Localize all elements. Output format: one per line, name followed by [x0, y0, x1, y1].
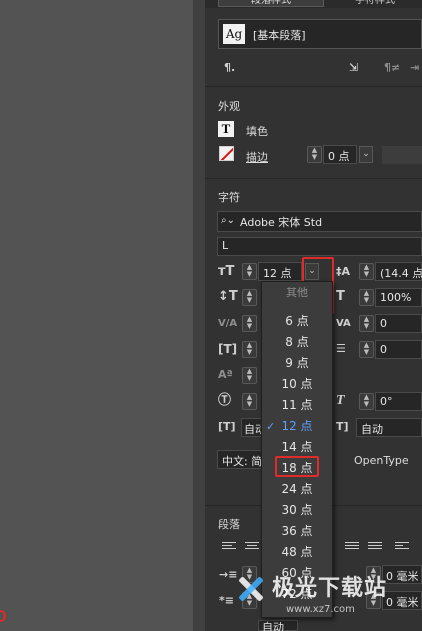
- baseline-stepper[interactable]: ▲ ▼: [242, 367, 257, 384]
- menu-item-36pt[interactable]: 36 点: [262, 521, 332, 542]
- menu-item-48pt[interactable]: 48 点: [262, 542, 332, 563]
- font-size-stepper[interactable]: ▲ ▼: [242, 263, 257, 280]
- kerning-field[interactable]: 0: [375, 340, 422, 359]
- stroke-none-icon[interactable]: [219, 146, 234, 161]
- tracking-stepper[interactable]: ▲ ▼: [359, 315, 374, 332]
- char-frame-stepper[interactable]: ▲ ▼: [242, 341, 257, 358]
- menu-item-24pt[interactable]: 24 点: [262, 479, 332, 500]
- right-aki-icon: T]: [336, 420, 349, 433]
- horizontal-scale-icon: T: [336, 289, 345, 304]
- font-format-label: OpenType: [354, 454, 409, 467]
- paragraph-heading: 段落: [218, 518, 240, 531]
- align-left-icon[interactable]: [222, 542, 236, 554]
- style-name: [基本段落]: [253, 29, 306, 42]
- menu-item-14pt[interactable]: 14 点: [262, 437, 332, 458]
- language-field[interactable]: 中文: 简: [217, 450, 262, 469]
- fill-text-icon[interactable]: T: [218, 121, 234, 137]
- menu-item-9pt[interactable]: 9 点: [262, 353, 332, 374]
- watermark-title: 极光下载站: [272, 576, 388, 601]
- document-canvas[interactable]: [0, 0, 193, 631]
- watermark-logo-icon: [232, 572, 266, 606]
- section-divider: [205, 86, 422, 87]
- appearance-heading: 外观: [218, 100, 240, 113]
- char-frame-icon: [T]: [218, 342, 238, 356]
- menu-item-12pt[interactable]: 12 点: [262, 416, 332, 437]
- kerning-icon: V/A: [218, 318, 238, 329]
- rotation-stepper[interactable]: ▲ ▼: [242, 393, 257, 410]
- vertical-scale-stepper[interactable]: ▲ ▼: [242, 289, 257, 306]
- stroke-type-field[interactable]: [382, 146, 422, 164]
- style-selector[interactable]: Ag [基本段落]: [218, 19, 422, 49]
- font-size-icon: тT: [218, 264, 235, 279]
- align-spine-icon[interactable]: [395, 542, 409, 554]
- font-family-field[interactable]: ⌕⌄ Adobe 宋体 Std: [217, 211, 422, 232]
- kerning-stepper[interactable]: ▲ ▼: [242, 315, 257, 332]
- stroke-weight-field[interactable]: 0 点: [323, 145, 357, 164]
- skew-icon: T: [336, 393, 345, 408]
- font-size-field[interactable]: 12 点: [258, 262, 302, 281]
- tracking-icon: VA: [336, 318, 351, 329]
- section-divider: [205, 178, 422, 179]
- style-preview-glyph: Ag: [223, 24, 245, 44]
- site-watermark: 极光下载站 www.xz7.com: [232, 566, 422, 626]
- skew-field[interactable]: 0°: [375, 392, 422, 411]
- leading-stepper[interactable]: ▲ ▼: [359, 263, 374, 280]
- align-center-icon[interactable]: [245, 542, 259, 554]
- left-aki-icon: [T]: [218, 420, 236, 433]
- stroke-label[interactable]: 描边: [246, 149, 268, 165]
- menu-item-other: 其他: [286, 286, 308, 299]
- font-style-field[interactable]: L: [217, 237, 422, 256]
- watermark-url: www.xz7.com: [286, 604, 355, 615]
- baseline-shift-icon: Aª: [218, 368, 233, 381]
- justify-full-icon[interactable]: [368, 542, 382, 554]
- stroke-weight-stepper[interactable]: ▲ ▼: [307, 146, 322, 163]
- skew-stepper[interactable]: ▲ ▼: [359, 393, 374, 410]
- horizontal-scale-field[interactable]: 100%: [375, 288, 422, 307]
- new-style-icon[interactable]: ⇲: [349, 61, 358, 75]
- justify-all-icon[interactable]: [345, 542, 359, 554]
- tracking-field[interactable]: 0: [375, 314, 422, 333]
- vertical-scale-icon: ↕T: [218, 289, 238, 304]
- right-aki-field[interactable]: 自动: [356, 418, 422, 437]
- leading-field[interactable]: (14.4 点: [375, 262, 422, 281]
- menu-item-8pt[interactable]: 8 点: [262, 332, 332, 353]
- style-options-icon[interactable]: ⇥: [410, 61, 419, 75]
- menu-item-11pt[interactable]: 11 点: [262, 395, 332, 416]
- menu-item-30pt[interactable]: 30 点: [262, 500, 332, 521]
- menu-item-10pt[interactable]: 10 点: [262, 374, 332, 395]
- menu-item-6pt[interactable]: 6 点: [262, 311, 332, 332]
- character-heading: 字符: [218, 191, 240, 204]
- leading-icon: ‡A: [336, 265, 351, 278]
- horizontal-scale-stepper[interactable]: ▲ ▼: [359, 289, 374, 306]
- rotation-icon: Ⓣ: [218, 393, 232, 408]
- left-aki-field[interactable]: 自动: [241, 418, 266, 437]
- baseline-shift-stepper[interactable]: ▲ ▼: [359, 341, 374, 358]
- clear-override-icon[interactable]: ¶≠: [384, 61, 400, 75]
- tab-paragraph-styles[interactable]: 段落样式: [218, 0, 324, 7]
- tab-character-styles[interactable]: 字符样式: [330, 0, 420, 7]
- search-icon: ⌕⌄: [221, 215, 235, 226]
- stroke-weight-dropdown[interactable]: ⌄: [359, 146, 373, 163]
- pilcrow-icon[interactable]: ¶.: [224, 61, 235, 75]
- panel-divider[interactable]: [193, 0, 205, 631]
- fill-label: 填色: [246, 125, 268, 138]
- menu-item-18pt-highlight: [275, 456, 319, 477]
- baseline-grid-icon: ☰: [336, 342, 346, 355]
